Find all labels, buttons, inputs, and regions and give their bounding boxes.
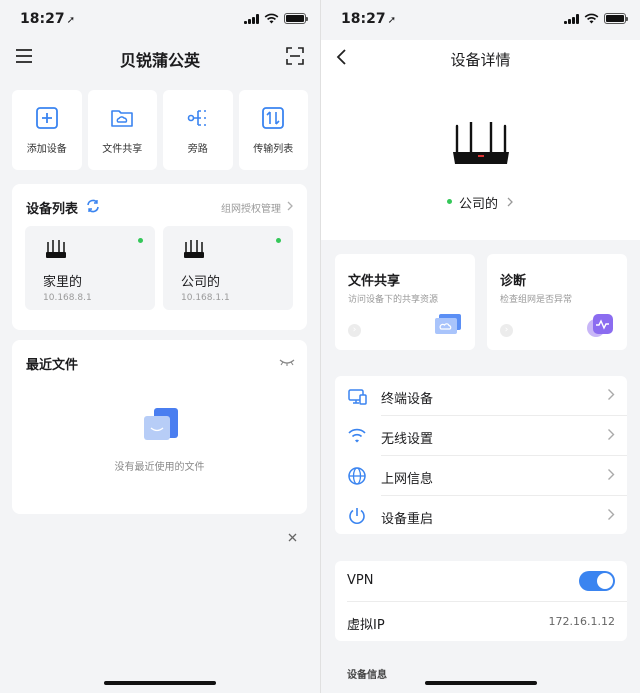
- add-device-label: 添加设备: [26, 143, 67, 155]
- transfer-list-label: 传输列表: [253, 143, 294, 155]
- home-indicator: [104, 681, 216, 685]
- power-icon: [349, 508, 365, 524]
- hide-eye-icon[interactable]: [279, 358, 295, 366]
- menu-label: 无线设置: [381, 432, 434, 447]
- online-status-dot: [276, 238, 281, 243]
- chevron-right-icon: [608, 429, 615, 440]
- menu-label: 上网信息: [381, 472, 434, 487]
- wifi-icon: [264, 13, 279, 24]
- scan-icon[interactable]: [286, 47, 304, 65]
- close-icon[interactable]: [288, 533, 297, 542]
- online-status-dot: [138, 238, 143, 243]
- chevron-right-icon: [608, 389, 615, 400]
- battery-icon: [284, 13, 308, 24]
- transfer-list-tile[interactable]: 传输列表: [238, 90, 308, 170]
- bypass-label: 旁路: [187, 143, 208, 155]
- device-hero: 公司的: [321, 80, 640, 240]
- vpn-row: VPN: [335, 561, 627, 600]
- bypass-icon: [187, 109, 206, 126]
- chevron-right-icon: [608, 469, 615, 480]
- device-ip: 10.168.1.1: [181, 293, 230, 303]
- diagnose-card[interactable]: 诊断 检查组网是否异常 ›: [487, 254, 627, 350]
- file-share-label: 文件共享: [102, 143, 143, 155]
- cellular-signal-icon: [244, 13, 259, 24]
- cellular-signal-icon: [564, 13, 579, 24]
- refresh-icon[interactable]: [86, 199, 100, 213]
- file-share-tile[interactable]: 文件共享: [87, 90, 157, 170]
- home-screen: 18:27 ➚ 贝锐蒲公英 添加设备 文件共享 旁路 传输列表 设备列表 组网授…: [0, 0, 320, 693]
- virtual-ip-value: 172.16.1.12: [548, 615, 615, 628]
- device-name: 家里的: [43, 275, 83, 290]
- folder-cloud-icon: [435, 314, 461, 334]
- wifi-icon: [584, 13, 599, 24]
- chevron-right-icon: [287, 201, 293, 211]
- device-list-title: 设备列表: [26, 202, 79, 217]
- page-title: 设备详情: [450, 51, 511, 69]
- empty-files-icon: [144, 408, 178, 440]
- home-indicator: [424, 681, 537, 685]
- transfer-icon: [262, 106, 285, 129]
- file-share-card[interactable]: 文件共享 访问设备下的共享资源 ›: [335, 254, 475, 350]
- recent-files-card: 最近文件 没有最近使用的文件: [12, 340, 307, 514]
- arrow-right-icon: ›: [500, 324, 513, 337]
- add-device-icon: [35, 106, 58, 129]
- diagnose-desc: 检查组网是否异常: [500, 295, 573, 305]
- menu-row-wireless[interactable]: 无线设置: [335, 416, 627, 455]
- settings-list: 终端设备 无线设置 上网信息 设备重启: [335, 376, 627, 534]
- device-ip: 10.168.8.1: [43, 293, 92, 303]
- vpn-label: VPN: [347, 573, 374, 588]
- globe-icon: [348, 467, 366, 485]
- online-status-dot: [447, 199, 452, 204]
- device-info-title: 设备信息: [347, 670, 387, 681]
- vpn-card: VPN 虚拟IP 172.16.1.12: [335, 561, 627, 641]
- chevron-right-icon: [507, 197, 513, 207]
- chevron-right-icon: [608, 509, 615, 520]
- location-icon: ➚: [66, 15, 75, 26]
- vpn-toggle[interactable]: [579, 571, 615, 591]
- diagnose-title: 诊断: [500, 274, 527, 289]
- device-card-office[interactable]: 公司的 10.168.1.1: [163, 226, 293, 310]
- virtual-ip-row: 虚拟IP 172.16.1.12: [335, 602, 627, 641]
- virtual-ip-label: 虚拟IP: [347, 618, 385, 633]
- location-icon: ➚: [387, 15, 396, 26]
- arrow-right-icon: ›: [348, 324, 361, 337]
- battery-icon: [604, 13, 628, 24]
- wifi-settings-icon: [348, 428, 366, 443]
- menu-row-terminal[interactable]: 终端设备: [335, 376, 627, 415]
- device-card-home[interactable]: 家里的 10.168.8.1: [25, 226, 155, 310]
- device-name: 公司的: [181, 275, 221, 290]
- device-detail-screen: 18:27 ➚ 设备详情 公司的 文件共享 访问设备下的共享资源 › 诊断 检查组…: [320, 0, 640, 693]
- recent-files-title: 最近文件: [26, 358, 79, 373]
- file-share-desc: 访问设备下的共享资源: [348, 295, 439, 305]
- device-name[interactable]: 公司的: [459, 193, 498, 212]
- status-bar: 18:27 ➚: [0, 0, 320, 40]
- file-share-title: 文件共享: [348, 274, 401, 289]
- router-icon: [184, 240, 204, 258]
- menu-row-internet[interactable]: 上网信息: [335, 456, 627, 495]
- status-bar: 18:27 ➚: [321, 0, 640, 40]
- terminal-devices-icon: [348, 389, 367, 405]
- folder-cloud-icon: [111, 109, 134, 127]
- bypass-tile[interactable]: 旁路: [163, 90, 233, 170]
- menu-label: 设备重启: [381, 512, 434, 527]
- menu-label: 终端设备: [381, 392, 434, 407]
- device-list-card: 设备列表 组网授权管理 家里的 10.168.8.1 公司的 10.168.1.…: [12, 184, 307, 330]
- diagnose-icon: [587, 314, 613, 337]
- add-device-tile[interactable]: 添加设备: [12, 90, 82, 170]
- empty-files-text: 没有最近使用的文件: [114, 462, 205, 473]
- network-auth-link[interactable]: 组网授权管理: [221, 200, 281, 215]
- status-time: 18:27 ➚: [341, 11, 396, 27]
- menu-row-restart[interactable]: 设备重启: [335, 496, 627, 535]
- app-title: 贝锐蒲公英: [119, 51, 200, 70]
- status-time: 18:27 ➚: [20, 11, 75, 27]
- router-icon: [46, 240, 66, 258]
- router-image: [453, 122, 509, 164]
